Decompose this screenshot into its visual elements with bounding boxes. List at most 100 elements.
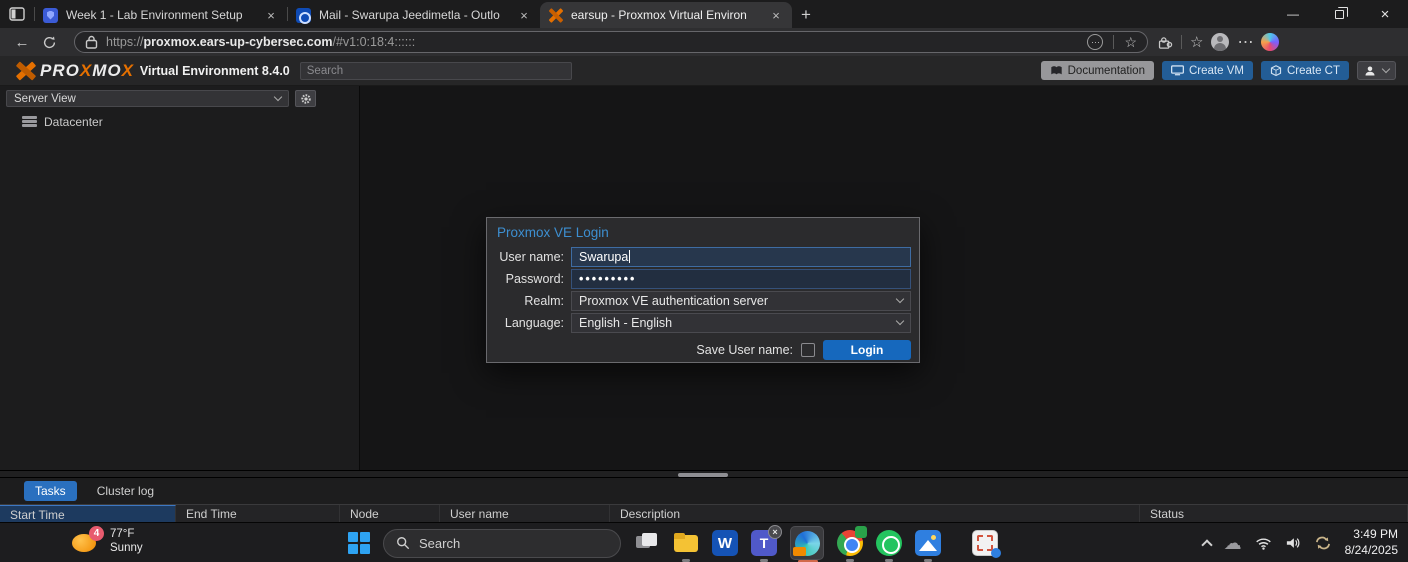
settings-more-icon[interactable]: ⋯: [1237, 32, 1253, 52]
outlook-favicon-icon: [296, 7, 311, 24]
teams-badge: ×: [768, 525, 782, 539]
system-tray: ☁ 3:49 PM 8/24/2025: [1200, 523, 1398, 562]
proxmox-logo-icon: [14, 61, 36, 81]
sidebar-item-datacenter[interactable]: Datacenter: [22, 115, 359, 129]
chevron-down-icon: [273, 92, 283, 102]
add-favorite-star-icon[interactable]: ☆: [1124, 34, 1137, 51]
profile-avatar[interactable]: [1211, 33, 1230, 51]
word-icon[interactable]: W: [712, 530, 738, 556]
taskbar-search[interactable]: Search: [383, 528, 621, 558]
column-description[interactable]: Description: [610, 505, 1140, 522]
screen-recorder-icon[interactable]: [972, 530, 1001, 558]
favorites-bar-icon[interactable]: ☆: [1190, 33, 1203, 51]
edge-icon: [792, 530, 820, 556]
documentation-button[interactable]: Documentation: [1040, 61, 1154, 80]
book-icon: [1050, 66, 1062, 75]
password-input[interactable]: •••••••••: [571, 268, 911, 289]
weather-condition: Sunny: [110, 542, 143, 555]
screen: Week 1 - Lab Environment Setup × Mail - …: [0, 0, 1408, 562]
tab-title: Week 1 - Lab Environment Setup: [66, 8, 243, 22]
container-cube-icon: [1270, 64, 1282, 76]
back-button[interactable]: ←: [10, 34, 34, 51]
notification-badge: 4: [89, 526, 104, 542]
column-user-name[interactable]: User name: [440, 505, 610, 522]
weather-widget[interactable]: 4 77°F Sunny: [72, 526, 143, 556]
username-input[interactable]: Swarupa: [571, 246, 911, 267]
chrome-icon[interactable]: [837, 526, 867, 562]
user-menu-button[interactable]: [1357, 61, 1396, 80]
hidden-icons-chevron[interactable]: [1200, 539, 1213, 551]
column-end-time[interactable]: End Time: [176, 505, 340, 522]
file-explorer-icon[interactable]: [673, 530, 699, 562]
language-label: Language:: [504, 315, 564, 330]
divider: [1113, 35, 1115, 49]
chevron-down-icon: [895, 294, 905, 304]
clock-date: 8/24/2025: [1344, 543, 1398, 557]
volume-icon[interactable]: [1285, 536, 1301, 550]
tab-week1-lab-setup[interactable]: Week 1 - Lab Environment Setup ×: [35, 2, 287, 28]
sync-arrows-icon[interactable]: [1314, 536, 1332, 550]
bottom-panel-tabs: Tasks Cluster log: [0, 478, 1408, 504]
lock-icon[interactable]: [85, 35, 98, 49]
datacenter-server-icon: [22, 116, 37, 128]
realm-select[interactable]: Proxmox VE authentication server: [571, 290, 911, 311]
windows-taskbar: 4 77°F Sunny Search W T × ☁ 3:49 PM 8/24…: [0, 522, 1408, 562]
tab-close-icon[interactable]: ×: [768, 8, 784, 23]
refresh-button[interactable]: [42, 35, 66, 50]
copilot-icon[interactable]: [1261, 33, 1280, 51]
view-selector-dropdown[interactable]: Server View: [6, 90, 289, 107]
photos-icon[interactable]: [915, 530, 941, 562]
teams-icon[interactable]: T ×: [751, 525, 782, 562]
save-username-checkbox[interactable]: [801, 343, 815, 357]
tab-close-icon[interactable]: ×: [263, 8, 279, 23]
tab-close-icon[interactable]: ×: [516, 8, 532, 23]
column-status[interactable]: Status: [1140, 505, 1408, 522]
chrome-profile-badge: [855, 526, 867, 538]
splitter-grip-handle[interactable]: [678, 473, 728, 477]
onedrive-cloud-icon[interactable]: ☁: [1224, 533, 1242, 554]
tab-outlook-mail[interactable]: Mail - Swarupa Jeedimetla - Outlo ×: [288, 2, 540, 28]
sun-icon: 4: [72, 526, 104, 554]
tab-cluster-log[interactable]: Cluster log: [97, 484, 154, 498]
site-permissions-icon[interactable]: ⋯: [1087, 34, 1104, 50]
save-username-label: Save User name:: [696, 343, 793, 357]
text-caret: [629, 250, 631, 263]
username-label: User name:: [499, 249, 564, 264]
language-select[interactable]: English - English: [571, 312, 911, 333]
edge-browser-active[interactable]: [790, 526, 824, 562]
task-view-button[interactable]: [634, 530, 660, 556]
realm-label: Realm:: [524, 293, 564, 308]
window-controls: — ×: [1270, 0, 1408, 28]
tasks-table-header: Start Time End Time Node User name Descr…: [0, 504, 1408, 522]
pve-version-subtitle: Virtual Environment 8.4.0: [139, 63, 290, 78]
column-node[interactable]: Node: [340, 505, 440, 522]
restore-button[interactable]: [1316, 0, 1362, 28]
tab-title: earsup - Proxmox Virtual Environ: [571, 8, 747, 22]
create-ct-button[interactable]: Create CT: [1260, 61, 1349, 80]
tab-tasks[interactable]: Tasks: [24, 481, 77, 501]
extensions-icon[interactable]: [1156, 34, 1173, 51]
proxmox-favicon-icon: [548, 8, 563, 23]
clock[interactable]: 3:49 PM 8/24/2025: [1345, 527, 1398, 558]
wifi-icon[interactable]: [1255, 537, 1272, 550]
view-settings-gear-button[interactable]: [295, 90, 316, 107]
gear-icon: [300, 93, 311, 104]
whatsapp-icon[interactable]: [876, 530, 902, 562]
login-button[interactable]: Login: [823, 340, 911, 360]
create-vm-button[interactable]: Create VM: [1161, 61, 1253, 80]
pve-sidebar: Server View Datacenter: [0, 86, 360, 470]
minimize-button[interactable]: —: [1270, 0, 1316, 28]
close-button[interactable]: ×: [1362, 0, 1408, 28]
chevron-down-icon: [895, 316, 905, 326]
address-bar[interactable]: https://proxmox.ears-up-cybersec.com/#v1…: [74, 31, 1148, 53]
tab-actions-menu-icon[interactable]: [0, 0, 34, 28]
restore-icon: [1334, 6, 1348, 19]
panel-splitter[interactable]: [0, 470, 1408, 478]
tab-proxmox-active[interactable]: earsup - Proxmox Virtual Environ ×: [540, 2, 792, 28]
weather-temp: 77°F: [110, 528, 135, 540]
column-start-time[interactable]: Start Time: [0, 505, 176, 522]
new-tab-button[interactable]: +: [792, 2, 820, 28]
divider: [1181, 35, 1182, 49]
pve-search-input[interactable]: [299, 61, 572, 80]
start-button[interactable]: [348, 532, 370, 554]
